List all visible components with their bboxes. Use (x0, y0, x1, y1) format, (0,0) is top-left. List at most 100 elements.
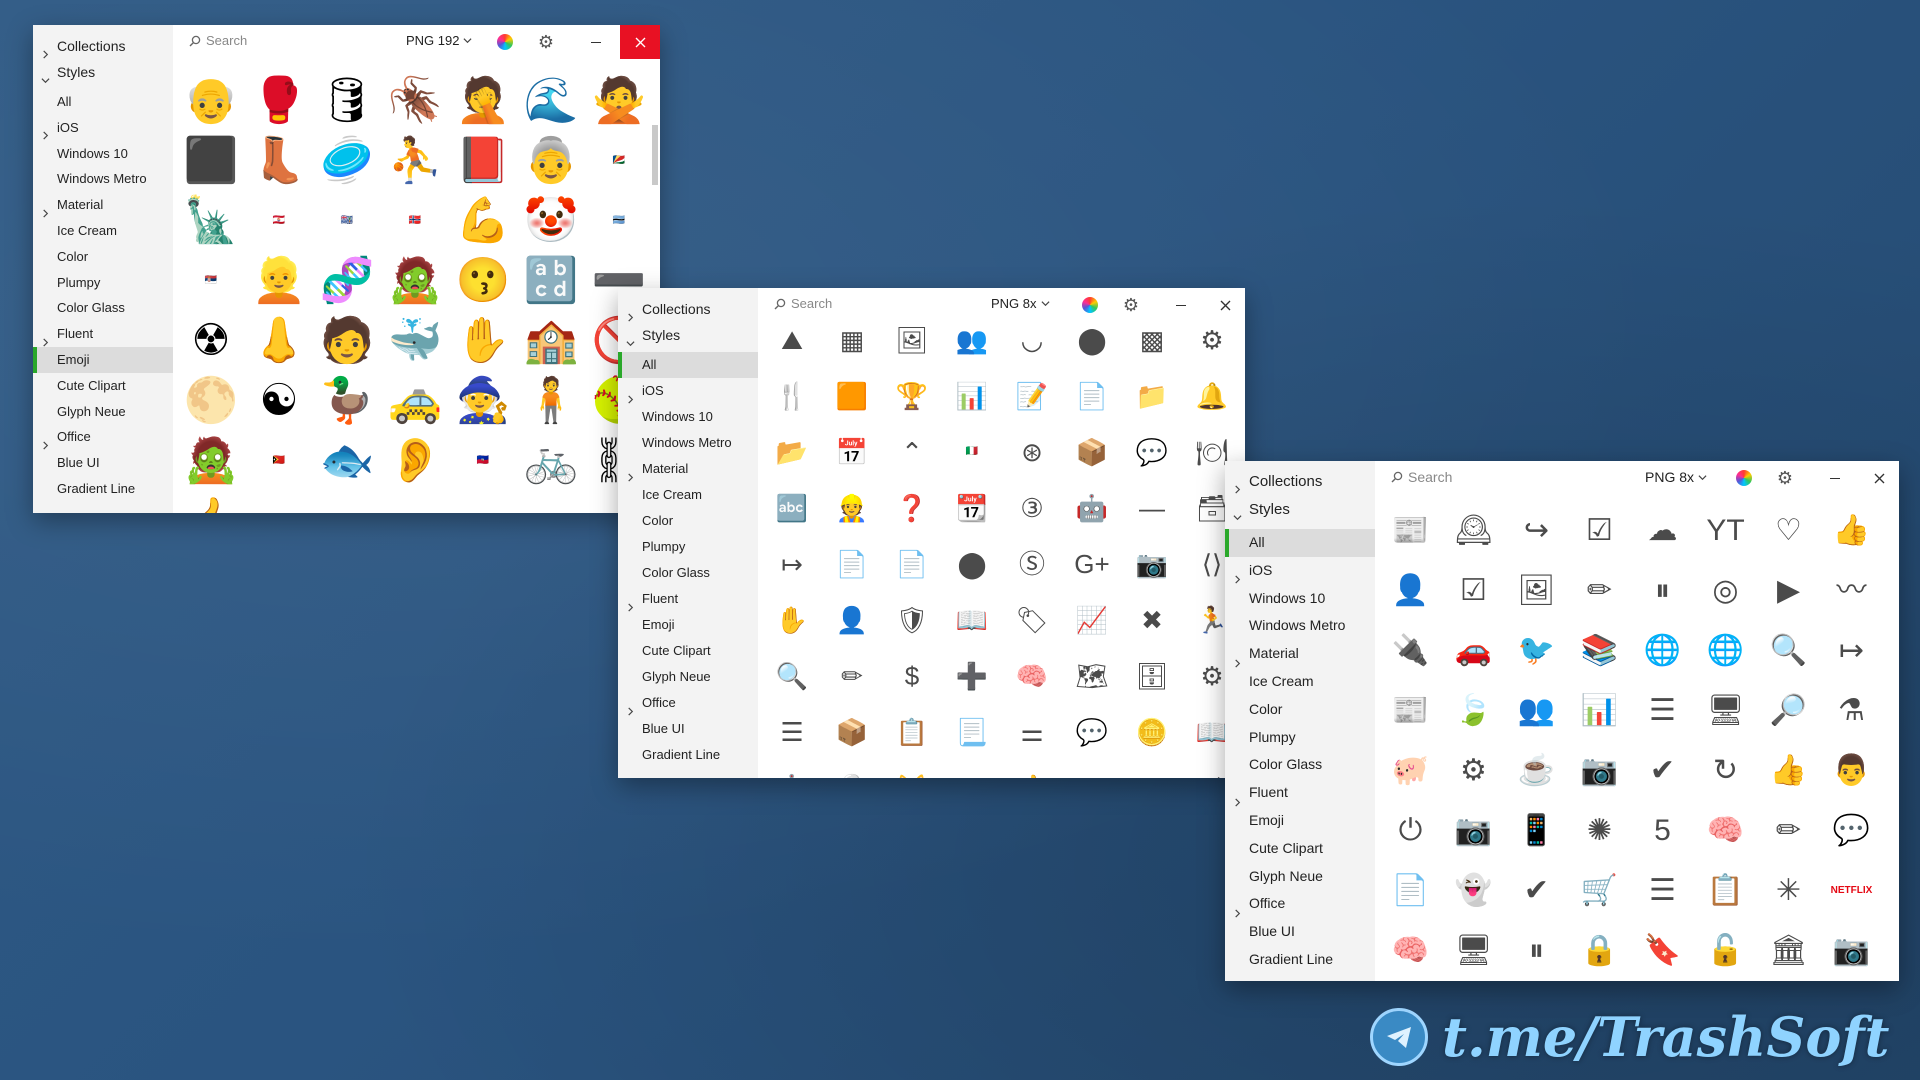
icon-tile[interactable]: 🇹🇱 (245, 431, 313, 491)
icon-tile[interactable]: 🪳 (381, 71, 449, 131)
icon-tile[interactable]: 📚 (1568, 621, 1631, 681)
icon-tile[interactable]: 📆 (942, 480, 1002, 536)
icon-tile[interactable]: 📄 (1062, 368, 1122, 424)
icon-tile[interactable]: 📋 (1694, 861, 1757, 921)
sidebar-style-plumpy[interactable]: Plumpy (618, 534, 758, 560)
icon-tile[interactable]: 📷 (1122, 536, 1182, 592)
sidebar-style-glyph-neue[interactable]: Glyph Neue (33, 399, 173, 425)
icon-tile[interactable]: 👨 (1820, 741, 1883, 801)
format-dropdown[interactable]: PNG 192 (406, 33, 472, 48)
icon-tile[interactable]: 🥏 (313, 131, 381, 191)
sidebar-item-collections[interactable]: Collections (1225, 469, 1375, 495)
icon-tile[interactable]: 🐱 (882, 760, 942, 778)
icon-tile[interactable]: ↪ (1505, 501, 1568, 561)
sidebar-style-emoji[interactable]: Emoji (1225, 807, 1375, 835)
sidebar-style-windows-metro[interactable]: Windows Metro (33, 166, 173, 192)
color-picker-button[interactable] (1735, 469, 1753, 487)
format-dropdown[interactable]: PNG 8x (1645, 469, 1707, 485)
color-picker-button[interactable] (496, 33, 514, 51)
icon-tile[interactable]: 📷 (1568, 741, 1631, 801)
icon-tile[interactable]: 🧙 (449, 371, 517, 431)
icon-tile[interactable]: — (1122, 480, 1182, 536)
sidebar-style-blue-ui[interactable]: Blue UI (1225, 918, 1375, 946)
icon-tile[interactable]: 🐦 (1505, 621, 1568, 681)
icon-tile[interactable]: 🐖 (1379, 741, 1442, 801)
icon-tile[interactable]: ☕ (1505, 741, 1568, 801)
settings-button[interactable]: ⚙ (536, 32, 556, 52)
icon-tile[interactable]: 👍 (177, 491, 245, 514)
icon-tile[interactable]: 🍴 (762, 368, 822, 424)
sidebar-style-glyph-neue[interactable]: Glyph Neue (1225, 863, 1375, 891)
icon-tile[interactable]: 📊 (1568, 681, 1631, 741)
icon-tile[interactable]: 🕰 (1442, 501, 1505, 561)
icon-tile[interactable]: 🇮🇹 (942, 424, 1002, 480)
icon-tile[interactable]: Ⓢ (1002, 536, 1062, 592)
icon-tile[interactable]: 🧟 (177, 431, 245, 491)
icon-tile[interactable]: ⏻ (1379, 801, 1442, 861)
icon-tile[interactable]: 🌐 (1694, 621, 1757, 681)
icon-tile[interactable]: 💬 (1820, 801, 1883, 861)
icon-tile[interactable]: 🇳🇴 (381, 191, 449, 251)
icon-tile[interactable]: ③ (1002, 480, 1062, 536)
sidebar-style-material[interactable]: Material (1225, 640, 1375, 668)
settings-button[interactable]: ⚙ (1775, 468, 1795, 488)
icon-tile[interactable]: 👥 (1505, 681, 1568, 741)
icon-tile[interactable]: 🇸🇨 (585, 131, 653, 191)
icon-tile[interactable]: 🛒 (1568, 861, 1631, 921)
icon-tile[interactable]: ⬤ (942, 536, 1002, 592)
icon-tile[interactable]: 📅 (822, 424, 882, 480)
icon-tile[interactable] (449, 491, 517, 513)
icon-tile[interactable]: 📱 (1505, 801, 1568, 861)
icon-tile[interactable]: 📈 (1062, 592, 1122, 648)
sidebar-item-collections[interactable]: Collections (33, 33, 173, 59)
icon-tile[interactable]: 🔖 (1631, 921, 1694, 981)
icon-tile[interactable]: ◎ (1694, 561, 1757, 621)
icon-tile[interactable]: 🏷 (1002, 592, 1062, 648)
icon-tile[interactable]: ☁ (1631, 501, 1694, 561)
icon-tile[interactable]: 🌕 (177, 371, 245, 431)
icon-tile[interactable]: 👍 (1820, 501, 1883, 561)
sidebar-style-ice-cream[interactable]: Ice Cream (618, 482, 758, 508)
icon-tile[interactable]: 👍 (1757, 741, 1820, 801)
search-input[interactable]: Search (1391, 469, 1452, 485)
icon-tile[interactable] (517, 491, 585, 513)
icon-tile[interactable]: ☰ (1122, 760, 1182, 778)
icon-tile[interactable]: ☰ (1631, 861, 1694, 921)
close-button[interactable] (620, 25, 660, 59)
icon-tile[interactable]: ⛰ (762, 312, 822, 368)
icon-tile[interactable]: ⬤ (1062, 312, 1122, 368)
sidebar-style-plumpy[interactable]: Plumpy (33, 270, 173, 296)
icon-tile[interactable]: 🇧🇼 (585, 191, 653, 251)
icon-tile[interactable]: ◡ (1002, 312, 1062, 368)
icon-tile[interactable]: 🛢 (313, 71, 381, 131)
icon-tile[interactable]: ➕ (942, 648, 1002, 704)
sidebar-style-office[interactable]: Office (1225, 890, 1375, 918)
icon-tile[interactable]: ↦ (1820, 621, 1883, 681)
icon-tile[interactable]: 👃 (245, 311, 313, 371)
format-dropdown[interactable]: PNG 8x (991, 296, 1050, 311)
icon-tile[interactable]: 🖼 (882, 312, 942, 368)
icon-tile[interactable]: 🐟 (313, 431, 381, 491)
icon-tile[interactable]: ☑ (1442, 561, 1505, 621)
close-button[interactable] (1859, 461, 1899, 495)
icon-tile[interactable]: 😗 (449, 251, 517, 311)
icon-tile[interactable]: 🤡 (517, 191, 585, 251)
icon-tile[interactable]: ↻ (1694, 741, 1757, 801)
icon-tile[interactable]: 🏆 (882, 368, 942, 424)
icon-tile[interactable]: YT (1694, 501, 1757, 561)
sidebar-style-emoji[interactable]: Emoji (33, 347, 173, 373)
icon-tile[interactable]: 🗺 (1062, 648, 1122, 704)
icon-tile[interactable]: 📃 (942, 704, 1002, 760)
icon-tile[interactable]: ⚙ (1442, 741, 1505, 801)
icon-tile[interactable]: 👱 (245, 251, 313, 311)
icon-tile[interactable]: 📕 (449, 131, 517, 191)
icon-tile[interactable]: 🥊 (245, 71, 313, 131)
sidebar-style-ios[interactable]: iOS (1225, 557, 1375, 585)
icon-tile[interactable]: 📷 (1442, 801, 1505, 861)
icon-tile[interactable]: 📄 (1379, 861, 1442, 921)
sidebar-style-windows-metro[interactable]: Windows Metro (1225, 612, 1375, 640)
search-input[interactable]: Search (774, 296, 832, 311)
icon-tile[interactable]: ☯ (245, 371, 313, 431)
sidebar-style-ice-cream[interactable]: Ice Cream (1225, 668, 1375, 696)
sidebar-style-fluent[interactable]: Fluent (618, 586, 758, 612)
